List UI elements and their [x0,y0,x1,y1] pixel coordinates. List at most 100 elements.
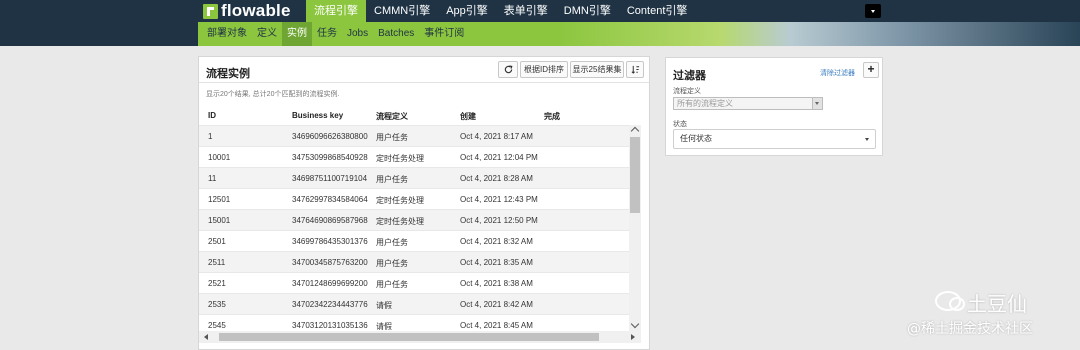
subtab-definitions[interactable]: 定义 [252,22,282,46]
watermark-author: 土豆仙 [967,292,1027,316]
table-row[interactable]: 2511 34700345875763200 用户任务 Oct 4, 2021 … [199,251,629,272]
cell-process-definition: 用户任务 [376,133,408,142]
cell-business-key: 34698751100719104 [292,174,368,183]
vertical-scrollbar[interactable] [629,125,641,331]
cell-process-definition: 用户任务 [376,238,408,247]
refresh-button[interactable] [498,61,518,78]
cell-business-key: 34700345875763200 [292,258,368,267]
cell-business-key: 34762997834584064 [292,195,368,204]
table-row[interactable]: 12501 34762997834584064 定时任务处理 Oct 4, 20… [199,188,629,209]
tab-content-engine[interactable]: Content引擎 [619,0,696,22]
cell-business-key: 34701248699699200 [292,279,368,288]
scroll-up-arrow-icon[interactable] [630,126,640,136]
horizontal-scrollbar[interactable] [199,331,641,343]
top-navbar: flowable 流程引擎 CMMN引擎 App引擎 表单引擎 DMN引擎 Co… [0,0,1080,22]
process-definition-value: 所有的流程定义 [677,99,733,108]
process-definition-select[interactable]: 所有的流程定义 [673,97,823,110]
panel-title: 流程实例 [206,68,250,80]
cell-created: Oct 4, 2021 8:32 AM [460,237,533,246]
table-row[interactable]: 2535 34702342234443776 请假 Oct 4, 2021 8:… [199,293,629,314]
scroll-down-arrow-icon[interactable] [630,319,640,329]
table-row[interactable]: 1 34696096626380800 用户任务 Oct 4, 2021 8:1… [199,125,629,146]
cell-created: Oct 4, 2021 12:04 PM [460,153,538,162]
watermark: 土豆仙 @稀土掘金技术社区 [905,288,1080,342]
scroll-left-arrow-icon[interactable] [204,334,208,340]
flowable-logo-icon [203,3,218,19]
table-row[interactable]: 11 34698751100719104 用户任务 Oct 4, 2021 8:… [199,167,629,188]
chevron-down-icon [865,138,869,141]
column-header-created[interactable]: 创建 [460,111,476,122]
cell-id: 15001 [208,216,231,225]
table-row[interactable]: 10001 34753099868540928 定时任务处理 Oct 4, 20… [199,146,629,167]
process-instances-panel: 流程实例 根据ID排序 显示25结果集 显示20个结果, 总计20个匹配到的流程… [198,56,650,350]
cell-business-key: 34753099868540928 [292,153,368,162]
vertical-scroll-thumb[interactable] [630,137,640,213]
sort-order-button[interactable] [626,61,644,78]
cell-id: 2511 [208,258,226,267]
watermark-site: @稀土掘金技术社区 [907,321,1033,337]
process-definition-label: 流程定义 [673,88,701,95]
filter-title: 过滤器 [673,70,706,82]
subtab-instances[interactable]: 实例 [282,22,312,46]
cell-business-key: 34702342234443776 [292,300,368,309]
column-header-completed[interactable]: 完成 [544,111,560,122]
refresh-icon [504,65,512,74]
cell-id: 1 [208,132,213,141]
logo-text: flowable [221,1,291,20]
subtab-batches[interactable]: Batches [373,22,419,46]
sort-by-id-button[interactable]: 根据ID排序 [520,61,568,78]
column-header-process-definition[interactable]: 流程定义 [376,111,408,122]
table-row[interactable]: 2521 34701248699699200 用户任务 Oct 4, 2021 … [199,272,629,293]
cell-process-definition: 用户任务 [376,175,408,184]
subtab-jobs[interactable]: Jobs [342,22,373,46]
subtab-tasks[interactable]: 任务 [312,22,342,46]
chevron-down-icon [812,98,822,109]
status-value: 任何状态 [680,134,712,143]
cell-id: 2521 [208,279,226,288]
subtab-deployments[interactable]: 部署对象 [202,22,252,46]
filter-panel: 过滤器 清除过滤器 + 流程定义 所有的流程定义 状态 任何状态 [665,57,883,156]
cell-process-definition: 定时任务处理 [376,217,424,226]
plus-icon: + [867,62,875,76]
tab-process-engine[interactable]: 流程引擎 [306,0,366,22]
cell-id: 2545 [208,321,226,330]
cell-process-definition: 定时任务处理 [376,196,424,205]
cell-id: 2501 [208,237,226,246]
table-row[interactable]: 15001 34764690869587968 定时任务处理 Oct 4, 20… [199,209,629,230]
user-menu-dropdown[interactable] [865,4,881,18]
subtab-event-subscriptions[interactable]: 事件订阅 [419,22,469,46]
column-header-business-key[interactable]: Business key [292,111,343,120]
add-filter-button[interactable]: + [863,62,879,78]
flowable-logo[interactable]: flowable [203,1,291,20]
table-row[interactable]: 2545 34703120131035136 请假 Oct 4, 2021 8:… [199,314,629,331]
table-row[interactable]: 2501 34699786435301376 用户任务 Oct 4, 2021 … [199,230,629,251]
status-label: 状态 [673,121,687,128]
wechat-bubble-icon [949,297,965,311]
cell-process-definition: 定时任务处理 [376,154,424,163]
cell-id: 10001 [208,153,231,162]
cell-created: Oct 4, 2021 12:50 PM [460,216,538,225]
table-header: ID Business key 流程定义 创建 完成 [199,109,629,123]
cell-process-definition: 请假 [376,322,392,331]
cell-id: 11 [208,174,217,183]
tab-dmn-engine[interactable]: DMN引擎 [556,0,619,22]
tab-app-engine[interactable]: App引擎 [438,0,496,22]
scroll-right-arrow-icon[interactable] [631,334,635,340]
status-select[interactable]: 任何状态 [673,129,876,149]
tab-form-engine[interactable]: 表单引擎 [496,0,556,22]
cell-created: Oct 4, 2021 12:43 PM [460,195,538,204]
cell-business-key: 34764690869587968 [292,216,368,225]
horizontal-scroll-thumb[interactable] [219,333,599,341]
show-25-results-button[interactable]: 显示25结果集 [570,61,624,78]
results-summary: 显示20个结果, 总计20个匹配到的流程实例. [206,91,340,98]
sort-order-icon [631,65,639,74]
clear-filter-link[interactable]: 清除过滤器 [820,68,855,78]
cell-id: 2535 [208,300,226,309]
cell-id: 12501 [208,195,231,204]
cell-created: Oct 4, 2021 8:28 AM [460,174,533,183]
tab-cmmn-engine[interactable]: CMMN引擎 [366,0,438,22]
cell-created: Oct 4, 2021 8:17 AM [460,132,533,141]
column-header-id[interactable]: ID [208,111,216,120]
cell-process-definition: 请假 [376,301,392,310]
cell-created: Oct 4, 2021 8:42 AM [460,300,533,309]
